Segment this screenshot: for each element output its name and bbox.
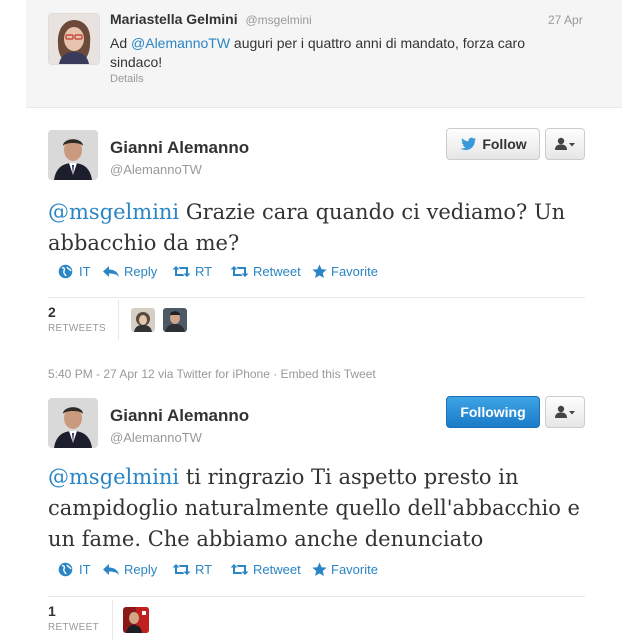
favorite-action[interactable]: Favorite [312, 562, 378, 577]
rt-action[interactable]: RT [172, 562, 212, 577]
user-actions-button[interactable] [545, 128, 585, 160]
favorite-action[interactable]: Favorite [312, 264, 378, 279]
tweet-text: @msgelmini ti ringrazio Ti aspetto prest… [48, 465, 580, 551]
rt-label: RT [195, 264, 213, 279]
reply-action[interactable]: Reply [102, 264, 157, 279]
retweet-caption: RETWEET [48, 622, 99, 633]
follow-button[interactable]: Follow [446, 128, 540, 160]
star-icon [312, 562, 327, 576]
reply-text-line1: Ad @AlemannoTW auguri per i quattro anni… [110, 35, 525, 51]
tweet-meta[interactable]: 5:40 PM - 27 Apr 12 via Twitter for iPho… [48, 367, 376, 381]
retweet-action[interactable]: Retweet [230, 264, 301, 279]
divider [48, 596, 585, 597]
reply-label: Reply [124, 562, 158, 577]
favorite-label: Favorite [331, 264, 378, 279]
avatar[interactable] [48, 130, 98, 180]
mention-link[interactable]: @msgelmini [48, 200, 179, 224]
details-link[interactable]: Details [110, 73, 144, 85]
retweet-icon [230, 266, 249, 277]
retweet-count: 2 [48, 304, 56, 320]
mention-link[interactable]: @AlemannoTW [131, 35, 230, 51]
rt-label: RT [195, 562, 213, 577]
author-handle[interactable]: @AlemannoTW [110, 162, 202, 177]
author-name[interactable]: Gianni Alemanno [110, 138, 249, 158]
retweet-action[interactable]: Retweet [230, 562, 301, 577]
divider [118, 300, 119, 340]
twitter-bird-icon [460, 137, 477, 150]
translate-action[interactable]: IT [58, 562, 91, 577]
reply-label: Reply [124, 264, 158, 279]
retweet-label: Retweet [253, 264, 301, 279]
tweet-date[interactable]: 27 Apr [548, 13, 583, 27]
divider [48, 297, 585, 298]
star-icon [312, 264, 327, 278]
person-icon [555, 405, 575, 418]
author-handle[interactable]: @AlemannoTW [110, 430, 202, 445]
following-button[interactable]: Following [446, 396, 540, 428]
globe-icon [58, 562, 73, 577]
translate-label: IT [79, 562, 91, 577]
rt-action[interactable]: RT [172, 264, 212, 279]
retweeter-avatar[interactable] [123, 607, 149, 633]
tweet-actions: IT Reply RT Retweet Favorite [58, 562, 458, 580]
mention-link[interactable]: @msgelmini [48, 465, 179, 489]
tweet-actions: IT Reply RT Retweet Favorite [58, 264, 458, 282]
reply-text: Ad @AlemannoTW auguri per i quattro anni… [110, 34, 525, 72]
retweeter-avatar[interactable] [131, 308, 155, 332]
divider [112, 600, 113, 640]
retweet-caption: RETWEETS [48, 323, 106, 334]
author-handle[interactable]: @msgelmini [246, 13, 312, 27]
user-actions-button[interactable] [545, 396, 585, 428]
avatar[interactable] [48, 398, 98, 448]
retweeter-avatar[interactable] [163, 308, 187, 332]
retweet-stats[interactable]: 1 RETWEET [48, 603, 99, 633]
retweet-icon [172, 564, 191, 575]
retweet-icon [230, 564, 249, 575]
retweet-label: Retweet [253, 562, 301, 577]
reply-arrow-icon [103, 266, 119, 277]
reply-action[interactable]: Reply [102, 562, 157, 577]
person-icon [555, 137, 575, 150]
retweet-stats[interactable]: 2 RETWEETS [48, 304, 106, 334]
avatar[interactable] [48, 13, 100, 65]
following-button-label: Following [460, 404, 526, 420]
reply-text-line2: sindaco! [110, 54, 163, 70]
translate-action[interactable]: IT [58, 264, 91, 279]
translate-label: IT [79, 264, 91, 279]
author-name[interactable]: Mariastella Gelmini [110, 11, 238, 27]
favorite-label: Favorite [331, 562, 378, 577]
retweet-count: 1 [48, 603, 56, 619]
retweet-icon [172, 266, 191, 277]
reply-header: Mariastella Gelmini @msgelmini [110, 11, 312, 27]
author-name[interactable]: Gianni Alemanno [110, 406, 249, 426]
globe-icon [58, 264, 73, 279]
reply-arrow-icon [103, 564, 119, 575]
tweet-text: @msgelmini Grazie cara quando ci vediamo… [48, 200, 566, 255]
follow-button-label: Follow [482, 136, 527, 152]
